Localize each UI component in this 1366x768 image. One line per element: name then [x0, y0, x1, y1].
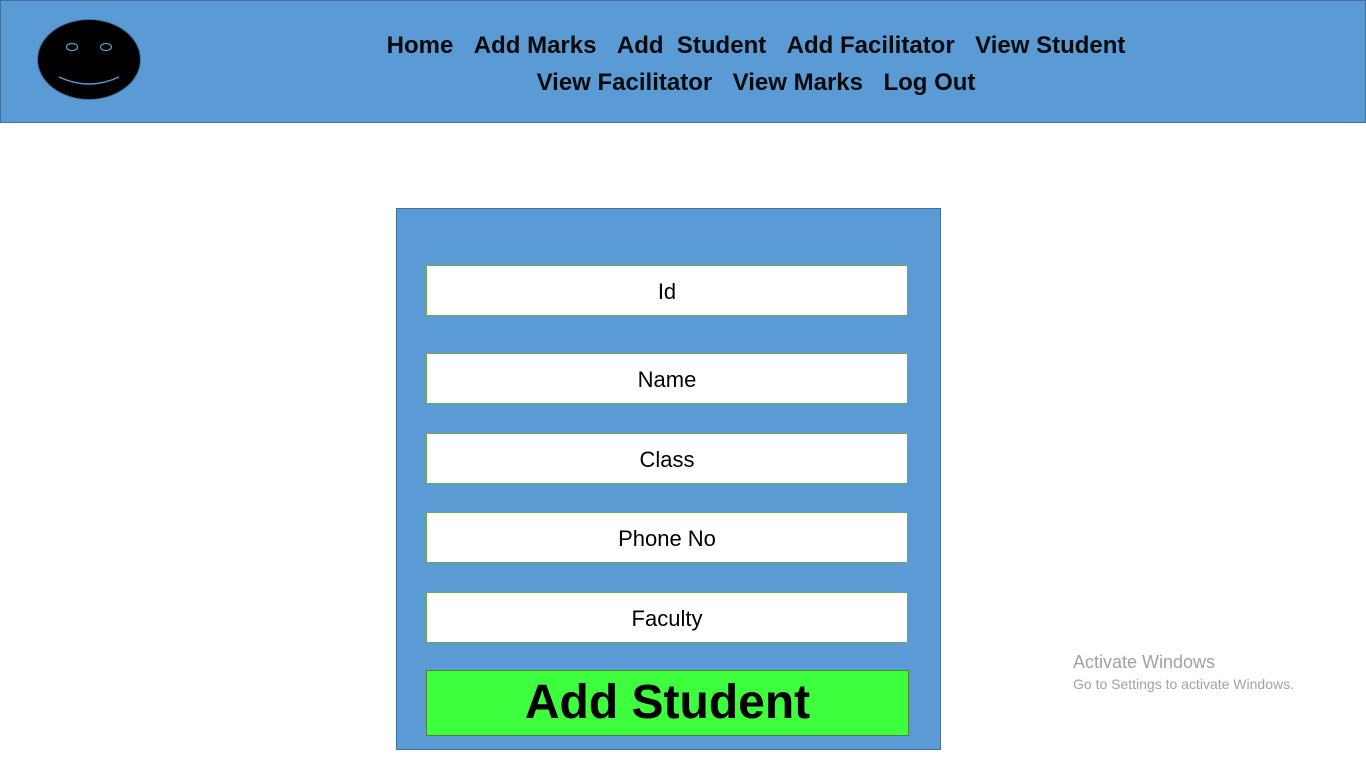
add-student-button[interactable]: Add Student: [426, 670, 909, 736]
watermark-title: Activate Windows: [1073, 652, 1216, 672]
id-field[interactable]: Id: [426, 265, 908, 316]
activate-windows-watermark: Activate Windows Go to Settings to activ…: [1073, 651, 1294, 695]
top-header: Home Add Marks Add Student Add Facilitat…: [0, 0, 1366, 123]
main-nav: Home Add Marks Add Student Add Facilitat…: [351, 29, 1161, 103]
nav-view-facilitator[interactable]: View Facilitator: [537, 66, 713, 100]
nav-add-student[interactable]: Add Student: [617, 29, 766, 63]
add-student-form: Id Name Class Phone No Faculty Add Stude…: [396, 208, 941, 750]
name-field[interactable]: Name: [426, 353, 908, 404]
nav-view-student[interactable]: View Student: [975, 29, 1125, 63]
smiley-face-icon[interactable]: [37, 19, 141, 100]
nav-add-marks[interactable]: Add Marks: [474, 29, 597, 63]
nav-add-facilitator[interactable]: Add Facilitator: [787, 29, 955, 63]
nav-home[interactable]: Home: [387, 29, 454, 63]
nav-view-marks[interactable]: View Marks: [733, 66, 863, 100]
faculty-field[interactable]: Faculty: [426, 592, 908, 643]
nav-log-out[interactable]: Log Out: [883, 66, 975, 100]
watermark-subtitle: Go to Settings to activate Windows.: [1073, 676, 1294, 692]
phone-no-field[interactable]: Phone No: [426, 512, 908, 563]
class-field[interactable]: Class: [426, 433, 908, 484]
